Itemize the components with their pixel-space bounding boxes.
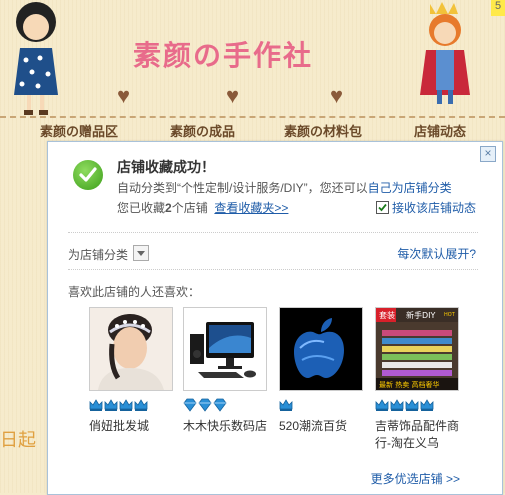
favorite-count: 2 bbox=[165, 201, 172, 215]
shop-thumbnail[interactable] bbox=[89, 307, 173, 391]
crown-icon bbox=[104, 398, 118, 412]
subscribe-checkbox[interactable] bbox=[376, 201, 389, 214]
shop-thumbnail[interactable] bbox=[279, 307, 363, 391]
shop-thumbnail[interactable] bbox=[183, 307, 267, 391]
more-shops-link[interactable]: 更多优选店铺 >> bbox=[371, 470, 460, 487]
diamond-icon bbox=[198, 398, 212, 412]
shop-name-link[interactable]: 520潮流百货 bbox=[279, 418, 363, 435]
category-dropdown-button[interactable] bbox=[133, 245, 149, 261]
thumb-tag-diy: 新手DIY bbox=[406, 310, 436, 320]
crown-icon bbox=[89, 398, 103, 412]
thumb-tag-hot: HOT bbox=[444, 312, 456, 318]
diamond-icon bbox=[213, 398, 227, 412]
shop-rating-badges bbox=[375, 398, 459, 414]
custom-category-link[interactable]: 自己为店铺分类 bbox=[368, 181, 452, 195]
heart-icon: ♥ bbox=[226, 83, 240, 108]
category-info-text: 自动分类到“个性定制/设计服务/DIY”，您还可以 bbox=[117, 181, 368, 195]
crown-icon bbox=[375, 398, 389, 412]
close-button[interactable]: × bbox=[480, 146, 496, 162]
recommended-shop-3: 520潮流百货 bbox=[279, 307, 363, 435]
subscribe-label: 接收该店铺动态 bbox=[392, 201, 477, 215]
prince-illustration bbox=[420, 2, 470, 104]
recommended-shop-1: 俏妞批发城 bbox=[89, 307, 173, 435]
divider bbox=[68, 232, 478, 233]
crown-icon bbox=[405, 398, 419, 412]
shop-name-link[interactable]: 吉蒂饰品配件商行-淘在义乌 bbox=[375, 418, 459, 452]
favorite-count-suffix: 个店铺 bbox=[171, 201, 208, 215]
nav-divider bbox=[0, 116, 505, 118]
nav-gift-area[interactable]: 素颜の赠品区 bbox=[40, 121, 118, 140]
crown-icon bbox=[279, 398, 293, 412]
crown-icon bbox=[134, 398, 148, 412]
background-text: 日起 bbox=[0, 430, 36, 450]
success-check-icon bbox=[73, 160, 103, 190]
favorite-count-info: 您已收藏2个店铺 查看收藏夹>> bbox=[117, 199, 288, 216]
recommended-title: 喜欢此店铺的人还喜欢： bbox=[68, 285, 201, 299]
favorite-success-dialog: × 店铺收藏成功！ 自动分类到“个性定制/设计服务/DIY”，您还可以自己为店铺… bbox=[47, 141, 503, 495]
divider bbox=[68, 269, 478, 270]
shop-rating-badges bbox=[89, 398, 173, 414]
shop-rating-badges bbox=[183, 398, 267, 414]
heart-icon: ♥ bbox=[117, 83, 131, 108]
corner-tag: 5 bbox=[491, 0, 505, 16]
heart-icon: ♥ bbox=[330, 83, 344, 108]
view-favorites-link[interactable]: 查看收藏夹>> bbox=[214, 201, 288, 215]
recommended-shop-4: 套装 新手DIY HOT 最新 热卖 高档奢华 吉蒂饰品配件商行-淘在义乌 bbox=[375, 307, 459, 452]
category-info: 自动分类到“个性定制/设计服务/DIY”，您还可以自己为店铺分类 bbox=[117, 179, 452, 196]
recommended-shop-2: 木木快乐数码店 bbox=[183, 307, 267, 435]
crown-icon bbox=[390, 398, 404, 412]
expand-default-link[interactable]: 每次默认展开? bbox=[397, 245, 476, 262]
thumb-tag-set: 套装 bbox=[379, 310, 395, 320]
thumb-tag-bottom: 最新 热卖 高档奢华 bbox=[379, 380, 439, 389]
crown-icon bbox=[420, 398, 434, 412]
girl-illustration bbox=[14, 2, 58, 115]
subscribe-checkbox-row[interactable]: 接收该店铺动态 bbox=[376, 199, 476, 216]
shop-rating-badges bbox=[279, 398, 363, 414]
favorite-count-prefix: 您已收藏 bbox=[117, 201, 166, 215]
nav-material-kits[interactable]: 素颜の材料包 bbox=[284, 121, 362, 140]
shop-title: 素颜の手作社 bbox=[133, 39, 314, 72]
category-label: 为店铺分类 bbox=[68, 248, 129, 262]
crown-icon bbox=[119, 398, 133, 412]
close-icon: × bbox=[484, 146, 492, 160]
nav-finished-products[interactable]: 素颜の成品 bbox=[170, 121, 235, 140]
shop-name-link[interactable]: 俏妞批发城 bbox=[89, 418, 173, 435]
nav-shop-news[interactable]: 店铺动态 bbox=[414, 121, 466, 140]
diamond-icon bbox=[183, 398, 197, 412]
dialog-title: 店铺收藏成功！ bbox=[117, 159, 215, 175]
shop-name-link[interactable]: 木木快乐数码店 bbox=[183, 418, 267, 435]
shop-thumbnail[interactable]: 套装 新手DIY HOT 最新 热卖 高档奢华 bbox=[375, 307, 459, 391]
